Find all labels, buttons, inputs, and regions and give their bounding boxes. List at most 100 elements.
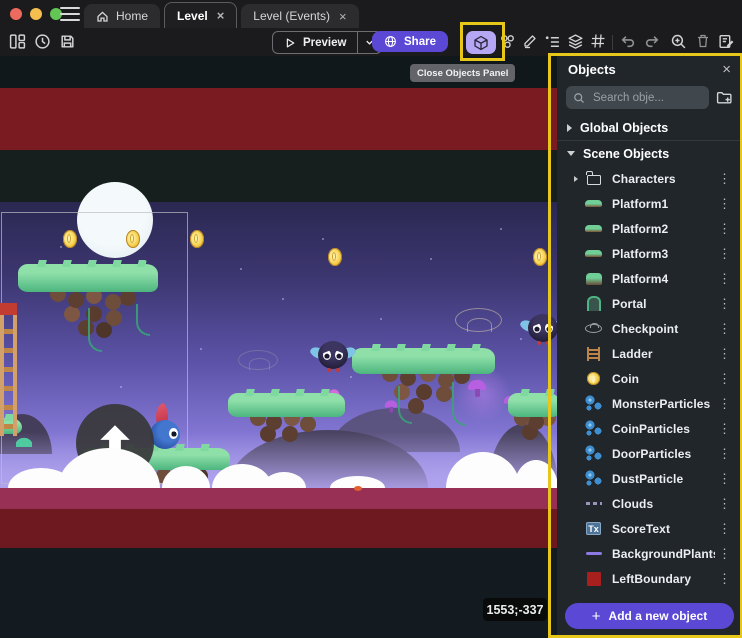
section-global-objects[interactable]: Global Objects bbox=[557, 115, 742, 141]
main-menu-icon[interactable] bbox=[60, 7, 80, 21]
object-menu-icon[interactable]: ⋮ bbox=[715, 272, 734, 285]
object-list-item[interactable]: DoorParticles ⋮ bbox=[557, 441, 742, 466]
object-name: ScoreText bbox=[612, 522, 715, 536]
object-menu-icon[interactable]: ⋮ bbox=[715, 422, 734, 435]
object-menu-icon[interactable]: ⋮ bbox=[715, 197, 734, 210]
coin-sprite[interactable] bbox=[533, 248, 547, 266]
monster-feet bbox=[537, 341, 541, 345]
monster-sprite[interactable] bbox=[310, 341, 356, 375]
particles-thumbnail-icon bbox=[584, 395, 603, 412]
close-panel-icon[interactable]: × bbox=[722, 62, 731, 77]
tab-home[interactable]: Home bbox=[84, 4, 160, 28]
top-boundary-red-band[interactable] bbox=[0, 88, 557, 150]
object-list-item[interactable]: Platform4 ⋮ bbox=[557, 266, 742, 291]
layout-panels-icon[interactable] bbox=[9, 33, 26, 50]
save-icon[interactable] bbox=[59, 33, 76, 50]
object-list-item[interactable]: Platform3 ⋮ bbox=[557, 241, 742, 266]
object-menu-icon[interactable]: ⋮ bbox=[715, 547, 734, 560]
object-list-item[interactable]: MonsterParticles ⋮ bbox=[557, 391, 742, 416]
section-scene-objects[interactable]: Scene Objects bbox=[557, 141, 742, 166]
object-list-item[interactable]: Checkpoint ⋮ bbox=[557, 316, 742, 341]
platform-sprite[interactable] bbox=[228, 393, 345, 417]
ufo-outline bbox=[238, 350, 278, 370]
object-list-item[interactable]: ScoreText ⋮ bbox=[557, 516, 742, 541]
object-menu-icon[interactable]: ⋮ bbox=[715, 397, 734, 410]
object-list-item[interactable]: Coin ⋮ bbox=[557, 366, 742, 391]
close-tab-icon[interactable]: × bbox=[339, 10, 347, 23]
edit-properties-icon[interactable] bbox=[718, 33, 735, 50]
panel-title: Objects bbox=[568, 62, 722, 77]
coin-sprite[interactable] bbox=[63, 230, 77, 248]
object-list-item[interactable]: Clouds ⋮ bbox=[557, 491, 742, 516]
redo-icon[interactable] bbox=[644, 33, 661, 50]
object-menu-icon[interactable]: ⋮ bbox=[715, 447, 734, 460]
add-folder-icon[interactable] bbox=[716, 89, 733, 106]
object-groups-icon[interactable] bbox=[499, 33, 516, 50]
coin-sprite[interactable] bbox=[328, 248, 342, 266]
layers-icon[interactable] bbox=[567, 33, 584, 50]
platform-sprite[interactable] bbox=[508, 393, 557, 417]
object-menu-icon[interactable]: ⋮ bbox=[715, 372, 734, 385]
platform-sprite[interactable] bbox=[352, 348, 495, 374]
object-search-input[interactable] bbox=[591, 91, 702, 105]
ladder-sprite[interactable] bbox=[0, 303, 17, 436]
platform4-thumbnail-icon bbox=[584, 270, 603, 287]
object-list-item[interactable]: Ladder ⋮ bbox=[557, 341, 742, 366]
object-menu-icon[interactable]: ⋮ bbox=[715, 247, 734, 260]
crimson-band bbox=[0, 488, 557, 509]
tab-level-events[interactable]: Level (Events) × bbox=[241, 4, 358, 28]
object-menu-icon[interactable]: ⋮ bbox=[715, 297, 734, 310]
search-row bbox=[557, 83, 742, 115]
object-list-item[interactable]: LeftBoundary ⋮ bbox=[557, 566, 742, 591]
monster-sprite[interactable] bbox=[520, 314, 557, 348]
zoom-in-icon[interactable] bbox=[670, 33, 687, 50]
preview-button[interactable]: Preview bbox=[273, 32, 357, 53]
delete-icon[interactable] bbox=[695, 33, 711, 49]
globe-icon bbox=[384, 35, 397, 48]
object-menu-icon[interactable]: ⋮ bbox=[715, 497, 734, 510]
object-list-item[interactable]: BackgroundPlants ⋮ bbox=[557, 541, 742, 566]
platform-sprite[interactable] bbox=[18, 264, 158, 292]
object-menu-icon[interactable]: ⋮ bbox=[715, 347, 734, 360]
play-icon bbox=[284, 37, 296, 49]
search-icon bbox=[573, 92, 585, 104]
object-list-item[interactable]: Portal ⋮ bbox=[557, 291, 742, 316]
cube-icon bbox=[473, 35, 489, 51]
vine bbox=[398, 386, 412, 424]
object-name: Portal bbox=[612, 297, 715, 311]
coin-sprite[interactable] bbox=[126, 230, 140, 248]
coin-sprite[interactable] bbox=[190, 230, 204, 248]
object-menu-icon[interactable]: ⋮ bbox=[715, 322, 734, 335]
object-list-item[interactable]: Characters ⋮ bbox=[557, 166, 742, 191]
object-name: Characters bbox=[612, 172, 715, 186]
object-list-item[interactable]: DustParticle ⋮ bbox=[557, 466, 742, 491]
edit-pencil-icon[interactable] bbox=[522, 33, 538, 49]
share-button[interactable]: Share bbox=[372, 31, 448, 52]
tab-strip: Home Level × Level (Events) × bbox=[84, 2, 359, 28]
close-window-icon[interactable] bbox=[10, 8, 22, 20]
preview-split-button[interactable]: Preview bbox=[272, 31, 382, 54]
object-list-item[interactable]: Platform1 ⋮ bbox=[557, 191, 742, 216]
object-menu-icon[interactable]: ⋮ bbox=[715, 522, 734, 535]
grid-icon[interactable] bbox=[590, 33, 606, 49]
add-new-object-button[interactable]: + Add a new object bbox=[565, 603, 734, 629]
window-controls[interactable] bbox=[10, 8, 62, 20]
object-list-item[interactable]: Platform2 ⋮ bbox=[557, 216, 742, 241]
object-search-box[interactable] bbox=[566, 86, 709, 109]
object-menu-icon[interactable]: ⋮ bbox=[715, 222, 734, 235]
minimize-window-icon[interactable] bbox=[30, 8, 42, 20]
scene-canvas[interactable]: 1553;-337 bbox=[0, 56, 557, 637]
bottom-spacer bbox=[0, 548, 557, 637]
close-tab-icon[interactable]: × bbox=[217, 9, 225, 22]
history-icon[interactable] bbox=[34, 33, 51, 50]
instances-list-icon[interactable] bbox=[544, 33, 561, 50]
tooltip: Close Objects Panel bbox=[410, 64, 515, 82]
object-menu-icon[interactable]: ⋮ bbox=[715, 472, 734, 485]
object-list-item[interactable]: CoinParticles ⋮ bbox=[557, 416, 742, 441]
objects-panel-toggle-button[interactable] bbox=[466, 31, 496, 54]
object-menu-icon[interactable]: ⋮ bbox=[715, 172, 734, 185]
tab-level[interactable]: Level × bbox=[164, 2, 237, 28]
undo-icon[interactable] bbox=[619, 33, 636, 50]
monster-feet bbox=[327, 368, 331, 372]
object-menu-icon[interactable]: ⋮ bbox=[715, 572, 734, 585]
